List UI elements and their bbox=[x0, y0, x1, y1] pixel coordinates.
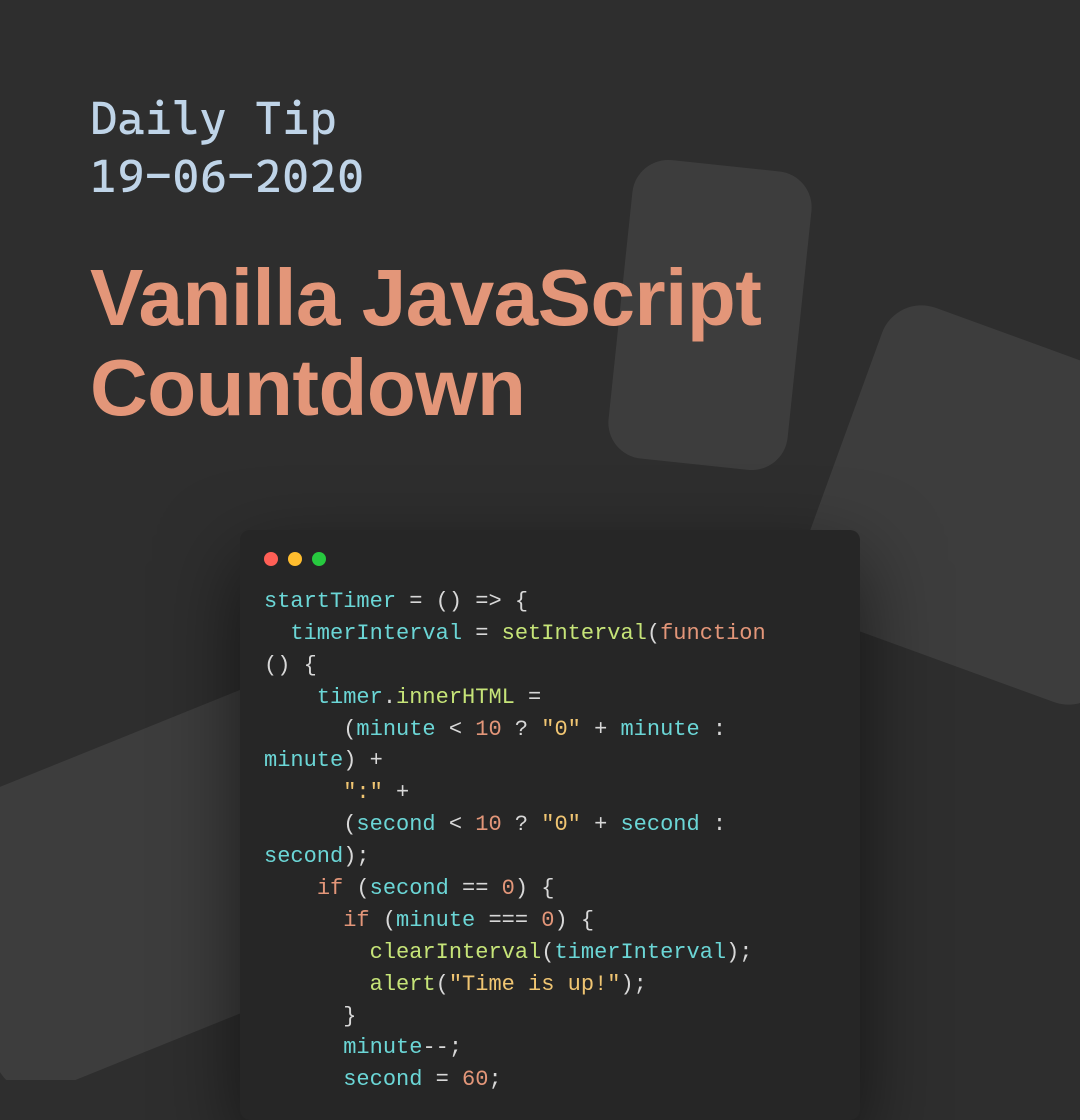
maximize-icon bbox=[312, 552, 326, 566]
content-area: Daily Tip 19-06-2020 Vanilla JavaScript … bbox=[0, 0, 1080, 432]
title-line1: Vanilla JavaScript bbox=[90, 253, 990, 343]
subtitle-line1: Daily Tip bbox=[90, 90, 990, 148]
subtitle-line2: 19-06-2020 bbox=[90, 148, 990, 206]
page-title: Vanilla JavaScript Countdown bbox=[90, 253, 990, 432]
subtitle: Daily Tip 19-06-2020 bbox=[90, 90, 990, 205]
code-snippet: startTimer = () => { timerInterval = set… bbox=[264, 586, 836, 1096]
close-icon bbox=[264, 552, 278, 566]
window-traffic-lights bbox=[264, 552, 836, 566]
title-line2: Countdown bbox=[90, 343, 990, 433]
code-window: startTimer = () => { timerInterval = set… bbox=[240, 530, 860, 1120]
minimize-icon bbox=[288, 552, 302, 566]
